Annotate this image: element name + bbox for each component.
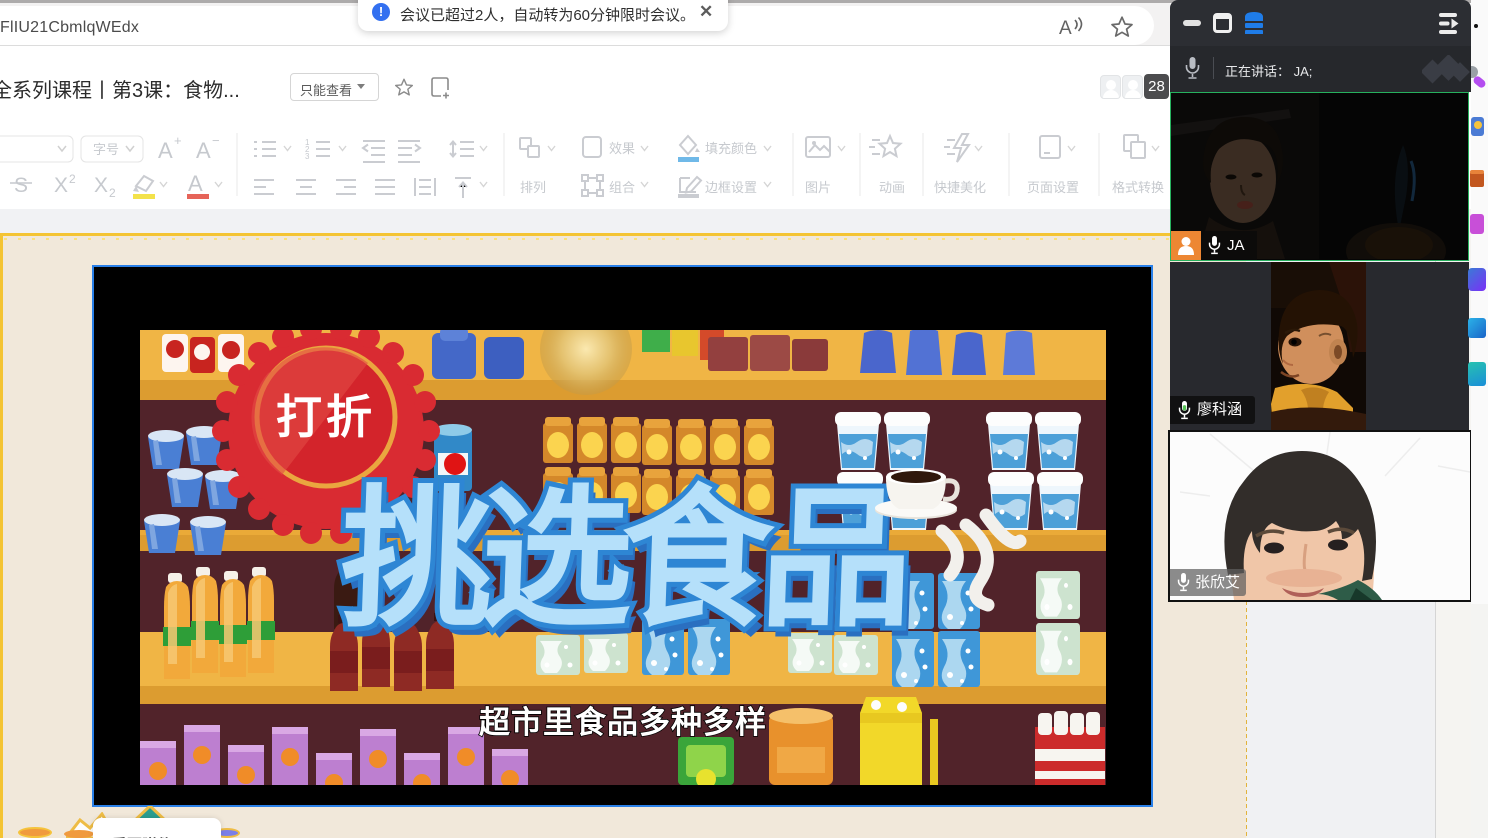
svg-text:X: X xyxy=(94,174,108,197)
svg-text:图片: 图片 xyxy=(805,180,831,195)
svg-text:2: 2 xyxy=(109,186,116,200)
svg-text:组合: 组合 xyxy=(609,180,635,195)
svg-text:超市里食品多种多样: 超市里食品多种多样 xyxy=(479,705,767,740)
svg-text:A: A xyxy=(158,138,173,163)
svg-text:格式转换: 格式转换 xyxy=(1112,180,1164,195)
svg-text:填充颜色: 填充颜色 xyxy=(705,141,757,156)
svg-text:边框设置: 边框设置 xyxy=(705,180,757,195)
svg-text:动画: 动画 xyxy=(879,180,905,195)
svg-text:X: X xyxy=(54,174,68,197)
svg-text:效果: 效果 xyxy=(609,141,635,156)
svg-text:A: A xyxy=(196,138,211,163)
svg-text:+: + xyxy=(174,133,182,148)
svg-text:字号: 字号 xyxy=(93,142,119,157)
svg-text:A: A xyxy=(1059,18,1072,38)
svg-text:页面设置: 页面设置 xyxy=(1027,180,1079,195)
svg-text:A: A xyxy=(188,171,203,196)
svg-text:打折: 打折 xyxy=(276,391,376,443)
svg-text:挑选食品: 挑选食品 xyxy=(338,475,908,645)
svg-text:排列: 排列 xyxy=(520,180,546,195)
svg-text:快捷美化: 快捷美化 xyxy=(934,180,986,195)
svg-text:−: − xyxy=(212,133,220,148)
svg-text:2: 2 xyxy=(69,172,76,186)
svg-text:S: S xyxy=(14,174,28,197)
svg-text:3: 3 xyxy=(305,152,310,161)
